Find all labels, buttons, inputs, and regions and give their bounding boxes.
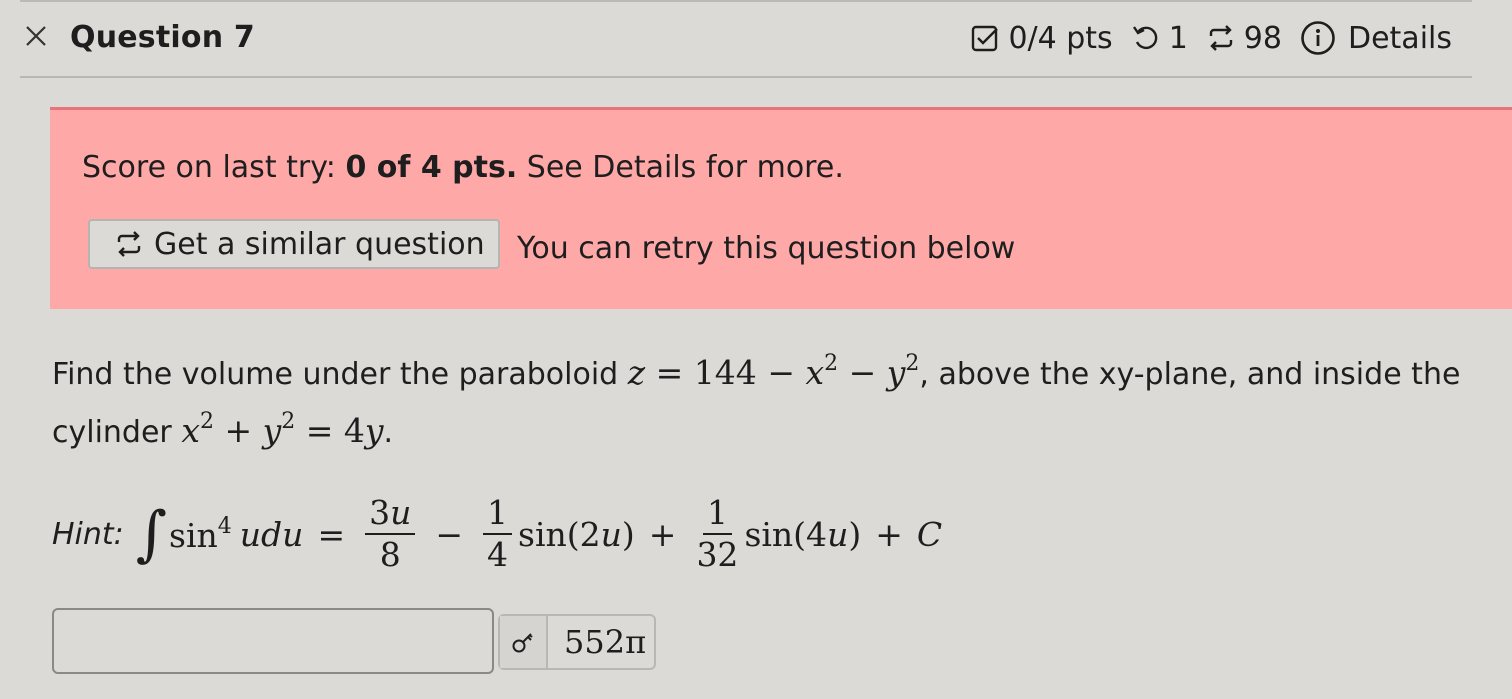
undo-icon <box>1131 23 1161 53</box>
key-icon[interactable] <box>500 616 548 668</box>
cylinder-equation: x2 + y2 = 4y <box>181 409 384 450</box>
repeat-icon <box>1206 23 1236 53</box>
close-icon[interactable] <box>24 24 48 48</box>
score-prefix: Score on last try: <box>82 150 346 185</box>
question-title: Question 7 <box>70 20 255 55</box>
similar-question-button[interactable]: Get a similar question <box>88 219 500 269</box>
points-text: 0/4 pts <box>1008 20 1113 56</box>
answer-preview-value: 552π <box>564 623 647 661</box>
retries-count: 98 <box>1243 20 1282 56</box>
paraboloid-equation: z = 144 − x2 − y2 <box>627 351 920 392</box>
hint: Hint: ∫ sin4 udu = 3u 8 − 14 sin(2u) + 13… <box>52 486 1052 582</box>
attempts-count: 1 <box>1168 20 1188 56</box>
hint-formula: ∫ sin4 udu = 3u 8 − 14 sin(2u) + 1 32 sin(… <box>135 493 943 574</box>
similar-question-label[interactable]: Get a similar question <box>154 227 485 262</box>
answer-input[interactable] <box>52 608 494 674</box>
answer-preview: 552π <box>498 614 656 670</box>
hint-label: Hint: <box>52 516 124 552</box>
repeat-icon <box>114 229 144 259</box>
question-text-part: cylinder <box>52 415 182 450</box>
info-icon[interactable] <box>1300 20 1336 56</box>
question-meta: 0/4 pts 1 98 Details <box>970 20 1452 56</box>
attempts-status: 1 <box>1131 21 1188 56</box>
score-message: Score on last try: 0 of 4 pts. See Detai… <box>82 150 844 185</box>
retry-message: You can retry this question below <box>517 231 1016 266</box>
score-value: 0 of 4 pts. <box>345 150 518 185</box>
question-text-part: . <box>383 415 394 450</box>
question-text: Find the volume under the paraboloid z =… <box>52 340 1472 456</box>
question-text-part: , above the xy-plane, and inside the <box>919 357 1461 392</box>
points-status: 0/4 pts <box>970 20 1113 56</box>
score-alert: Score on last try: 0 of 4 pts. See Detai… <box>50 107 1512 309</box>
question-text-part: Find the volume under the paraboloid <box>52 357 628 392</box>
details-link[interactable]: Details <box>1300 20 1452 56</box>
details-label[interactable]: Details <box>1348 21 1452 56</box>
checkbox-icon <box>970 23 1000 53</box>
score-suffix: See Details for more. <box>517 150 844 185</box>
question-header: Question 7 0/4 pts 1 98 Details <box>20 2 1472 78</box>
retries-status: 98 <box>1206 21 1282 56</box>
